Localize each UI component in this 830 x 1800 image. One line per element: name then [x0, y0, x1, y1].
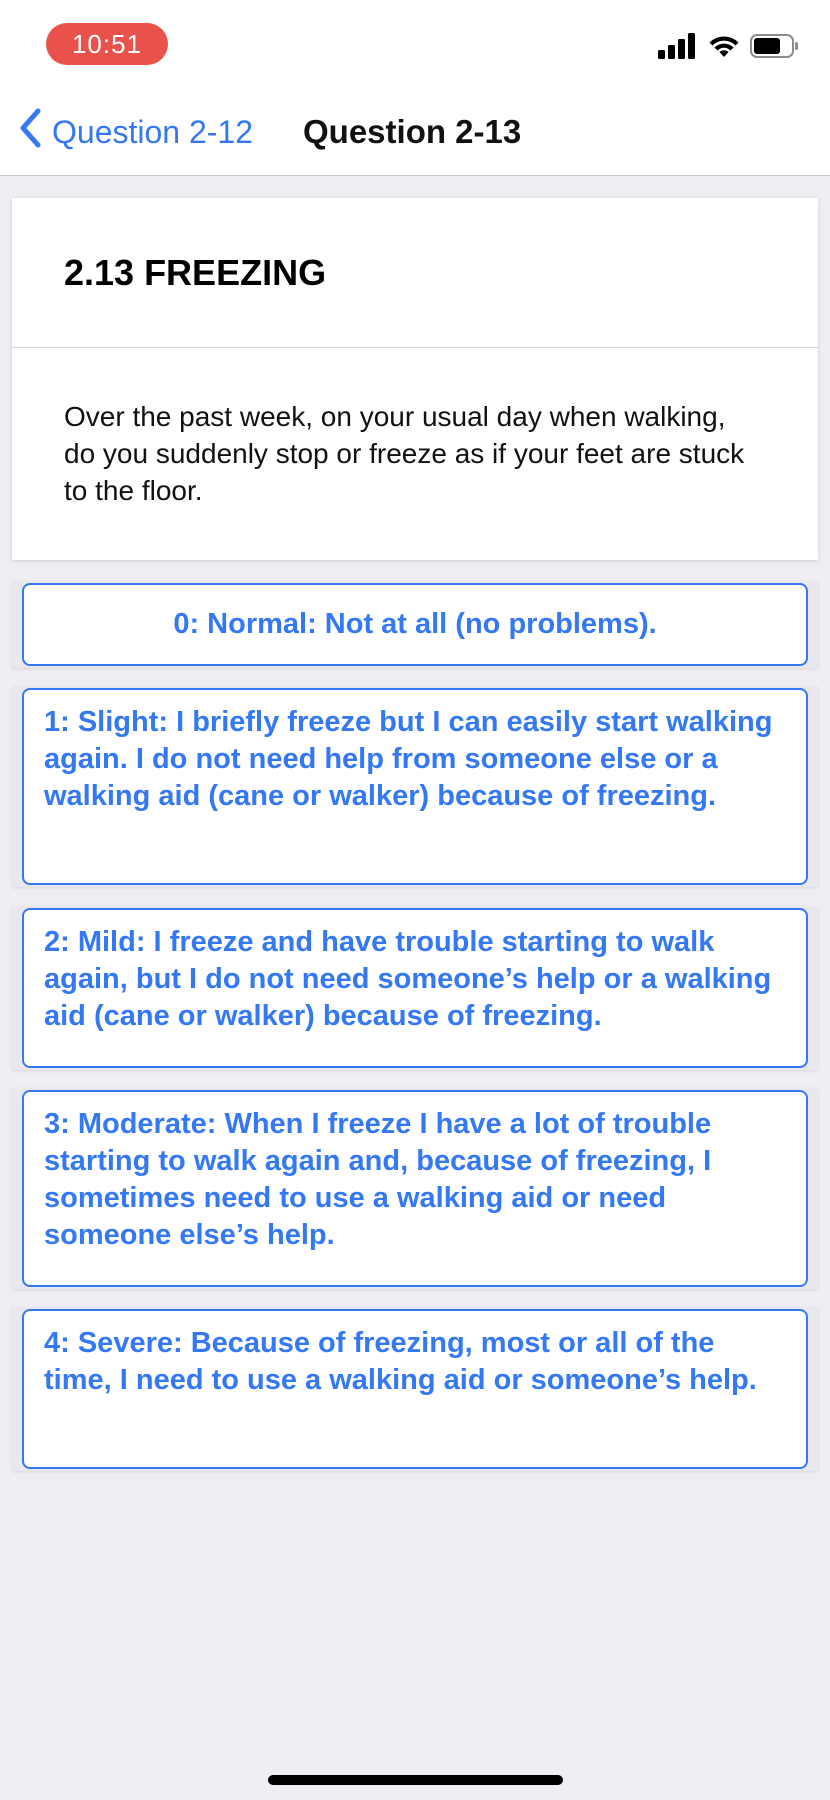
option-0-button[interactable]: 0: Normal: Not at all (no problems). — [22, 583, 808, 666]
option-2-button[interactable]: 2: Mild: I freeze and have trouble start… — [22, 908, 808, 1068]
question-card: 2.13 FREEZING Over the past week, on you… — [12, 198, 818, 560]
question-title: 2.13 FREEZING — [64, 252, 327, 293]
cellular-signal-icon — [658, 32, 698, 64]
wifi-icon — [708, 33, 740, 64]
question-text: Over the past week, on your usual day wh… — [64, 401, 745, 506]
option-row-2: 2: Mild: I freeze and have trouble start… — [12, 906, 818, 1070]
navigation-bar: Question 2-12 Question 2-13 — [0, 90, 830, 176]
battery-icon — [750, 33, 800, 64]
option-1-button[interactable]: 1: Slight: I briefly freeze but I can ea… — [22, 688, 808, 885]
option-4-button[interactable]: 4: Severe: Because of freezing, most or … — [22, 1309, 808, 1469]
status-bar: 10:51 — [0, 0, 830, 90]
option-row-4: 4: Severe: Because of freezing, most or … — [12, 1307, 818, 1471]
option-row-3: 3: Moderate: When I freeze I have a lot … — [12, 1088, 818, 1289]
option-row-1: 1: Slight: I briefly freeze but I can ea… — [12, 686, 818, 887]
chevron-left-icon — [18, 108, 42, 156]
back-button-label: Question 2-12 — [52, 113, 254, 150]
page-title: Question 2-13 — [303, 113, 522, 150]
home-indicator — [268, 1775, 563, 1785]
option-row-0: 0: Normal: Not at all (no problems). — [12, 581, 818, 668]
back-button[interactable]: Question 2-12 — [18, 108, 253, 156]
divider — [12, 347, 818, 348]
option-3-button[interactable]: 3: Moderate: When I freeze I have a lot … — [22, 1090, 808, 1287]
status-time[interactable]: 10:51 — [46, 23, 168, 65]
status-icons — [658, 32, 800, 64]
